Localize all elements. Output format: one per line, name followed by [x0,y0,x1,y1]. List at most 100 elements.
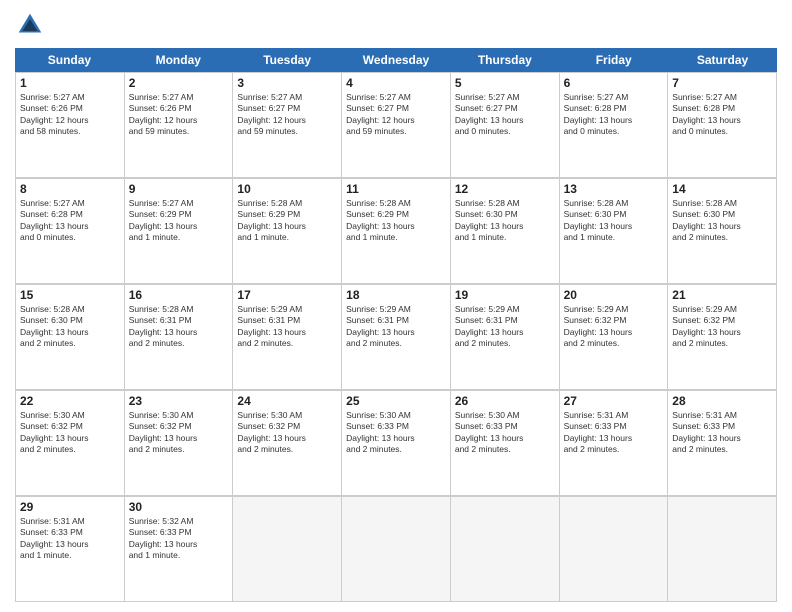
day-cell-5: 5 Sunrise: 5:27 AM Sunset: 6:27 PM Daylig… [451,73,560,178]
day-number: 22 [20,394,120,408]
day-info: Sunrise: 5:28 AM Sunset: 6:30 PM Dayligh… [455,198,555,244]
day-info: Sunrise: 5:30 AM Sunset: 6:32 PM Dayligh… [129,410,229,456]
day-cell-24: 24 Sunrise: 5:30 AM Sunset: 6:32 PM Dayli… [233,391,342,496]
day-number: 9 [129,182,229,196]
day-cell-30: 30 Sunrise: 5:32 AM Sunset: 6:33 PM Dayli… [125,497,234,602]
day-cell-10: 10Sunrise: 5:28 AM Sunset: 6:29 PM Dayli… [233,179,342,284]
main-container: SundayMondayTuesdayWednesdayThursdayFrid… [0,0,792,612]
day-info: Sunrise: 5:28 AM Sunset: 6:30 PM Dayligh… [672,198,772,244]
day-number: 23 [129,394,229,408]
day-number: 19 [455,288,555,302]
header-day-monday: Monday [124,48,233,72]
day-number: 5 [455,76,555,90]
day-cell-25: 25Sunrise: 5:30 AM Sunset: 6:33 PM Dayli… [342,391,451,496]
day-number: 1 [20,76,120,90]
day-number: 30 [129,500,229,514]
day-number: 17 [237,288,337,302]
header-day-thursday: Thursday [450,48,559,72]
day-info: Sunrise: 5:27 AM Sunset: 6:29 PM Dayligh… [129,198,229,244]
day-info: Sunrise: 5:30 AM Sunset: 6:32 PM Dayligh… [20,410,120,456]
day-cell-17: 17 Sunrise: 5:29 AM Sunset: 6:31 PM Dayli… [233,285,342,390]
day-cell-7: 7Sunrise: 5:27 AM Sunset: 6:28 PM Daylig… [668,73,777,178]
day-number: 8 [20,182,120,196]
day-info: Sunrise: 5:29 AM Sunset: 6:31 PM Dayligh… [346,304,446,350]
header-day-tuesday: Tuesday [233,48,342,72]
calendar-body: 1 Sunrise: 5:27 AM Sunset: 6:26 PM Daylig… [15,72,777,602]
calendar-row-4: 29 Sunrise: 5:31 AM Sunset: 6:33 PM Dayli… [15,496,777,602]
day-cell-6: 6 Sunrise: 5:27 AM Sunset: 6:28 PM Daylig… [560,73,669,178]
empty-cell [233,497,342,602]
calendar: SundayMondayTuesdayWednesdayThursdayFrid… [15,48,777,602]
day-cell-13: 13 Sunrise: 5:28 AM Sunset: 6:30 PM Dayli… [560,179,669,284]
day-number: 24 [237,394,337,408]
day-cell-23: 23 Sunrise: 5:30 AM Sunset: 6:32 PM Dayli… [125,391,234,496]
day-number: 18 [346,288,446,302]
calendar-row-2: 15 Sunrise: 5:28 AM Sunset: 6:30 PM Dayli… [15,284,777,390]
day-cell-27: 27 Sunrise: 5:31 AM Sunset: 6:33 PM Dayli… [560,391,669,496]
day-info: Sunrise: 5:27 AM Sunset: 6:28 PM Dayligh… [564,92,664,138]
day-number: 15 [20,288,120,302]
day-number: 11 [346,182,446,196]
day-number: 10 [237,182,337,196]
day-cell-15: 15 Sunrise: 5:28 AM Sunset: 6:30 PM Dayli… [16,285,125,390]
header-day-friday: Friday [559,48,668,72]
day-cell-16: 16Sunrise: 5:28 AM Sunset: 6:31 PM Dayli… [125,285,234,390]
day-info: Sunrise: 5:27 AM Sunset: 6:27 PM Dayligh… [346,92,446,138]
day-info: Sunrise: 5:27 AM Sunset: 6:26 PM Dayligh… [20,92,120,138]
day-cell-19: 19Sunrise: 5:29 AM Sunset: 6:31 PM Dayli… [451,285,560,390]
day-cell-4: 4 Sunrise: 5:27 AM Sunset: 6:27 PM Daylig… [342,73,451,178]
day-info: Sunrise: 5:31 AM Sunset: 6:33 PM Dayligh… [20,516,120,562]
day-number: 26 [455,394,555,408]
day-number: 2 [129,76,229,90]
day-info: Sunrise: 5:30 AM Sunset: 6:32 PM Dayligh… [237,410,337,456]
logo [15,10,49,40]
header [15,10,777,40]
day-number: 28 [672,394,772,408]
day-info: Sunrise: 5:27 AM Sunset: 6:27 PM Dayligh… [237,92,337,138]
calendar-header: SundayMondayTuesdayWednesdayThursdayFrid… [15,48,777,72]
day-cell-28: 28 Sunrise: 5:31 AM Sunset: 6:33 PM Dayli… [668,391,777,496]
day-info: Sunrise: 5:27 AM Sunset: 6:26 PM Dayligh… [129,92,229,138]
calendar-row-3: 22 Sunrise: 5:30 AM Sunset: 6:32 PM Dayli… [15,390,777,496]
day-cell-9: 9 Sunrise: 5:27 AM Sunset: 6:29 PM Daylig… [125,179,234,284]
day-number: 7 [672,76,772,90]
day-number: 4 [346,76,446,90]
day-info: Sunrise: 5:28 AM Sunset: 6:29 PM Dayligh… [346,198,446,244]
day-cell-14: 14 Sunrise: 5:28 AM Sunset: 6:30 PM Dayli… [668,179,777,284]
day-cell-20: 20Sunrise: 5:29 AM Sunset: 6:32 PM Dayli… [560,285,669,390]
day-cell-29: 29 Sunrise: 5:31 AM Sunset: 6:33 PM Dayli… [16,497,125,602]
day-info: Sunrise: 5:27 AM Sunset: 6:27 PM Dayligh… [455,92,555,138]
logo-icon [15,10,45,40]
day-info: Sunrise: 5:30 AM Sunset: 6:33 PM Dayligh… [455,410,555,456]
day-cell-12: 12 Sunrise: 5:28 AM Sunset: 6:30 PM Dayli… [451,179,560,284]
calendar-row-0: 1 Sunrise: 5:27 AM Sunset: 6:26 PM Daylig… [15,72,777,178]
day-cell-3: 3 Sunrise: 5:27 AM Sunset: 6:27 PM Daylig… [233,73,342,178]
day-cell-22: 22 Sunrise: 5:30 AM Sunset: 6:32 PM Dayli… [16,391,125,496]
day-info: Sunrise: 5:28 AM Sunset: 6:30 PM Dayligh… [20,304,120,350]
day-number: 6 [564,76,664,90]
empty-cell [342,497,451,602]
header-day-sunday: Sunday [15,48,124,72]
day-info: Sunrise: 5:31 AM Sunset: 6:33 PM Dayligh… [672,410,772,456]
header-day-saturday: Saturday [668,48,777,72]
day-number: 14 [672,182,772,196]
day-number: 25 [346,394,446,408]
empty-cell [451,497,560,602]
day-info: Sunrise: 5:27 AM Sunset: 6:28 PM Dayligh… [20,198,120,244]
day-cell-21: 21 Sunrise: 5:29 AM Sunset: 6:32 PM Dayli… [668,285,777,390]
day-info: Sunrise: 5:31 AM Sunset: 6:33 PM Dayligh… [564,410,664,456]
day-info: Sunrise: 5:29 AM Sunset: 6:31 PM Dayligh… [237,304,337,350]
day-number: 13 [564,182,664,196]
day-info: Sunrise: 5:29 AM Sunset: 6:32 PM Dayligh… [672,304,772,350]
day-cell-2: 2 Sunrise: 5:27 AM Sunset: 6:26 PM Daylig… [125,73,234,178]
empty-cell [560,497,669,602]
day-number: 27 [564,394,664,408]
day-number: 12 [455,182,555,196]
day-info: Sunrise: 5:28 AM Sunset: 6:31 PM Dayligh… [129,304,229,350]
day-number: 3 [237,76,337,90]
day-info: Sunrise: 5:32 AM Sunset: 6:33 PM Dayligh… [129,516,229,562]
day-number: 29 [20,500,120,514]
day-info: Sunrise: 5:29 AM Sunset: 6:32 PM Dayligh… [564,304,664,350]
day-info: Sunrise: 5:28 AM Sunset: 6:30 PM Dayligh… [564,198,664,244]
day-number: 21 [672,288,772,302]
